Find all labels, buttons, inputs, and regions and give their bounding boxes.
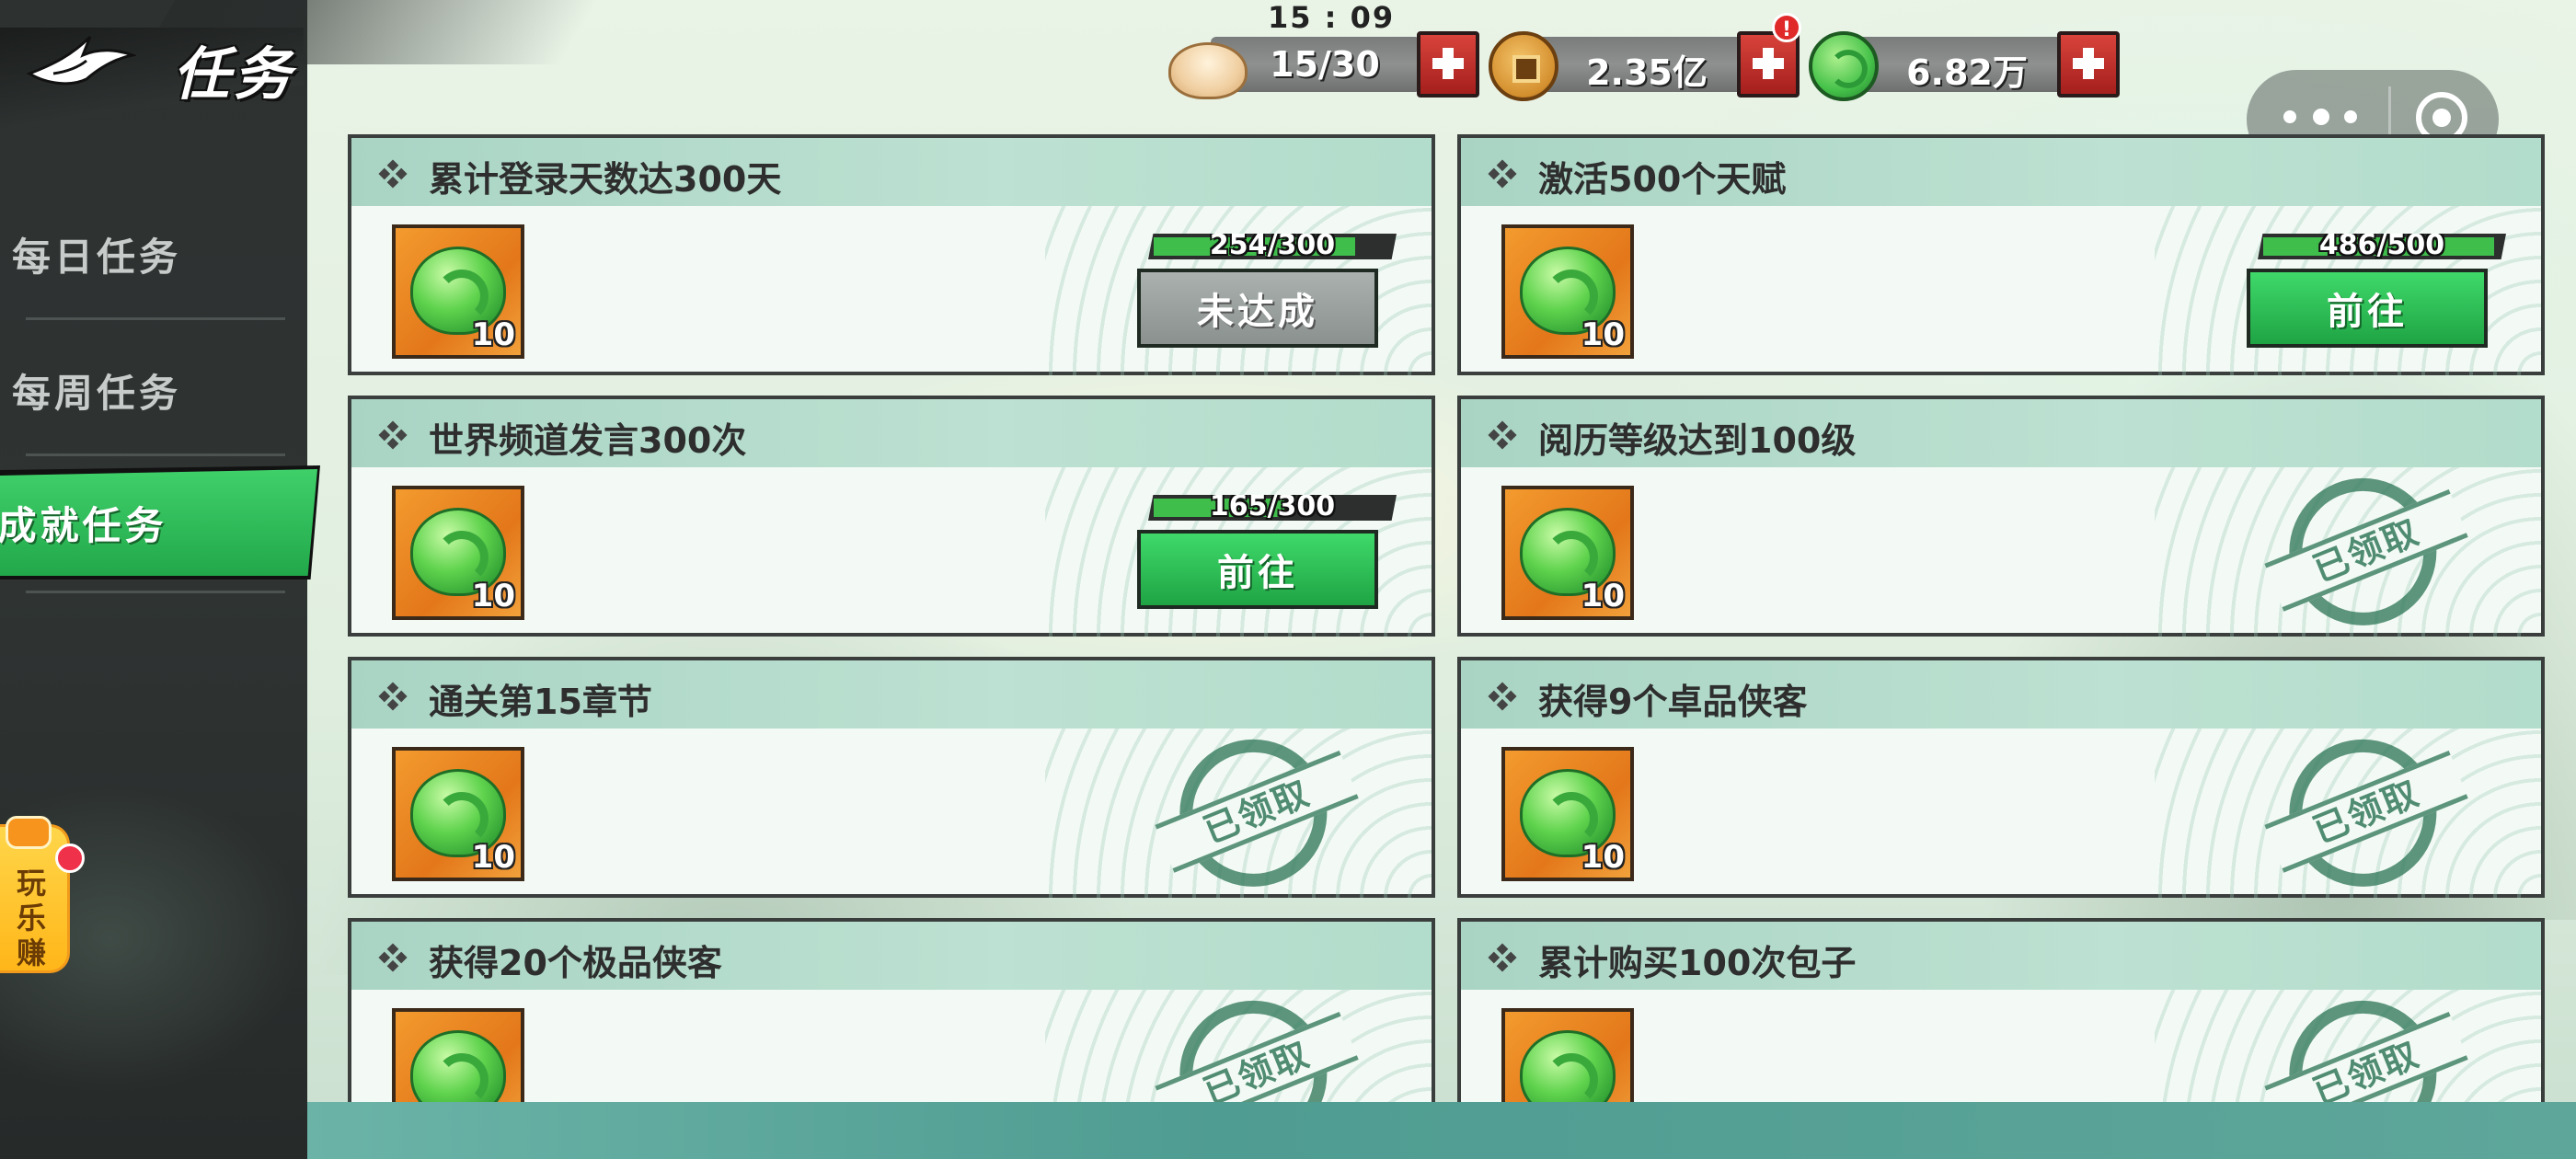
progress-text: 254/300 — [1209, 229, 1336, 261]
reward-quantity: 10 — [471, 578, 515, 614]
progress-bar: 486/500 — [2258, 234, 2506, 259]
task-card: 激活500个天赋 10 486/500 前往 — [1457, 134, 2545, 375]
sidebar-item-label: 成就任务 — [0, 502, 167, 548]
diamond-bullet-icon — [1488, 159, 1517, 189]
stamina-value: 15/30 — [1270, 44, 1380, 85]
diamond-bullet-icon — [1488, 943, 1517, 972]
reward-quantity: 10 — [1581, 578, 1625, 614]
reward-item[interactable]: 10 — [1501, 224, 1634, 359]
gamepad-icon — [6, 816, 52, 849]
task-card: 通关第15章节 10 已领取 — [348, 657, 1435, 910]
task-card-header: 累计登录天数达300天 — [351, 138, 1432, 206]
task-list: 累计登录天数达300天 10 254/300 未达成 激活500个天赋 10 4… — [348, 134, 2548, 1102]
task-title: 累计购买100次包子 — [1538, 943, 1857, 983]
clock-time: 15 : 09 — [1268, 0, 1396, 35]
go-button[interactable]: 前往 — [2247, 269, 2488, 348]
diamond-bullet-icon — [378, 682, 408, 711]
reward-quantity: 10 — [1581, 1100, 1625, 1102]
task-card: 阅历等级达到100级 10 已领取 — [1457, 396, 2545, 648]
play-earn-widget[interactable]: 玩乐赚 — [0, 816, 85, 973]
bottom-water-strip — [307, 1102, 2576, 1159]
reward-quantity: 10 — [471, 839, 515, 876]
diamond-bullet-icon — [1488, 420, 1517, 450]
reward-quantity: 10 — [471, 316, 515, 353]
diamond-bullet-icon — [378, 943, 408, 972]
task-card-header: 累计购买100次包子 — [1461, 922, 2541, 990]
task-card-header: 阅历等级达到100级 — [1461, 399, 2541, 467]
reward-item[interactable]: 10 — [392, 486, 524, 620]
task-card-header: 获得9个卓品侠客 — [1461, 660, 2541, 729]
reward-quantity: 10 — [472, 1100, 515, 1102]
sidebar-divider — [26, 453, 285, 456]
jade-value: 6.82万 — [1906, 52, 2028, 93]
task-title: 通关第15章节 — [429, 682, 652, 722]
task-card-header: 世界频道发言300次 — [351, 399, 1432, 467]
task-card: 累计登录天数达300天 10 254/300 未达成 — [348, 134, 1435, 375]
task-card: 获得20个极品侠客 10 已领取 — [348, 918, 1435, 1102]
sidebar-item-weekly-tasks[interactable]: 每周任务 — [0, 335, 331, 445]
task-title: 世界频道发言300次 — [429, 420, 747, 461]
reward-quantity: 10 — [1581, 316, 1625, 353]
coin-value: 2.35亿 — [1586, 52, 1708, 93]
coin-alert-badge: ! — [1772, 13, 1801, 42]
task-card: 获得9个卓品侠客 10 已领取 — [1457, 657, 2545, 910]
add-jade-button[interactable] — [2057, 31, 2120, 98]
play-earn-label: 玩乐赚 — [16, 866, 46, 970]
notification-dot — [55, 843, 85, 873]
task-card-header: 激活500个天赋 — [1461, 138, 2541, 206]
reward-quantity: 10 — [1581, 839, 1625, 876]
title-bar: 任务 — [0, 0, 599, 138]
sidebar-item-label: 每周任务 — [11, 370, 181, 416]
reward-item[interactable]: 10 — [1501, 747, 1634, 881]
jade-icon — [410, 1030, 506, 1102]
reward-item[interactable]: 10 — [1501, 1008, 1634, 1102]
sidebar-item-daily-tasks[interactable]: 每日任务 — [0, 199, 331, 309]
diamond-bullet-icon — [378, 159, 408, 189]
incomplete-button: 未达成 — [1137, 269, 1378, 348]
progress-bar: 254/300 — [1148, 234, 1397, 259]
diamond-bullet-icon — [1488, 682, 1517, 711]
progress-bar: 165/300 — [1148, 495, 1397, 521]
task-title: 阅历等级达到100级 — [1538, 420, 1857, 461]
sidebar-divider — [26, 317, 285, 320]
task-title: 获得20个极品侠客 — [429, 943, 722, 983]
sidebar — [0, 0, 307, 1159]
sidebar-item-achievement-tasks[interactable]: 成就任务 — [0, 469, 317, 576]
page-title: 任务 — [173, 40, 295, 108]
reward-item[interactable]: 10 — [1501, 486, 1634, 620]
task-title: 累计登录天数达300天 — [429, 159, 782, 200]
reward-item[interactable]: 10 — [392, 747, 524, 881]
task-card: 累计购买100次包子 10 已领取 — [1457, 918, 2545, 1102]
task-card: 世界频道发言300次 10 165/300 前往 — [348, 396, 1435, 637]
more-menu-icon[interactable] — [2278, 98, 2361, 134]
jade-icon — [1520, 1030, 1616, 1102]
task-title: 获得9个卓品侠客 — [1538, 682, 1808, 722]
progress-text: 165/300 — [1209, 490, 1336, 522]
swallow-logo-icon — [26, 35, 136, 86]
progress-text: 486/500 — [2318, 229, 2445, 261]
bun-icon — [1168, 42, 1248, 99]
copper-coin-icon — [1489, 31, 1558, 101]
task-card-header: 获得20个极品侠客 — [351, 922, 1432, 990]
sidebar-divider — [26, 591, 285, 593]
diamond-bullet-icon — [378, 420, 408, 450]
reward-item[interactable]: 10 — [392, 1008, 524, 1102]
task-card-header: 通关第15章节 — [351, 660, 1432, 729]
task-title: 激活500个天赋 — [1538, 159, 1787, 200]
reward-item[interactable]: 10 — [392, 224, 524, 359]
jade-icon — [1809, 31, 1879, 101]
sidebar-item-label: 每日任务 — [11, 234, 181, 280]
add-stamina-button[interactable] — [1417, 31, 1479, 98]
go-button[interactable]: 前往 — [1137, 530, 1378, 609]
